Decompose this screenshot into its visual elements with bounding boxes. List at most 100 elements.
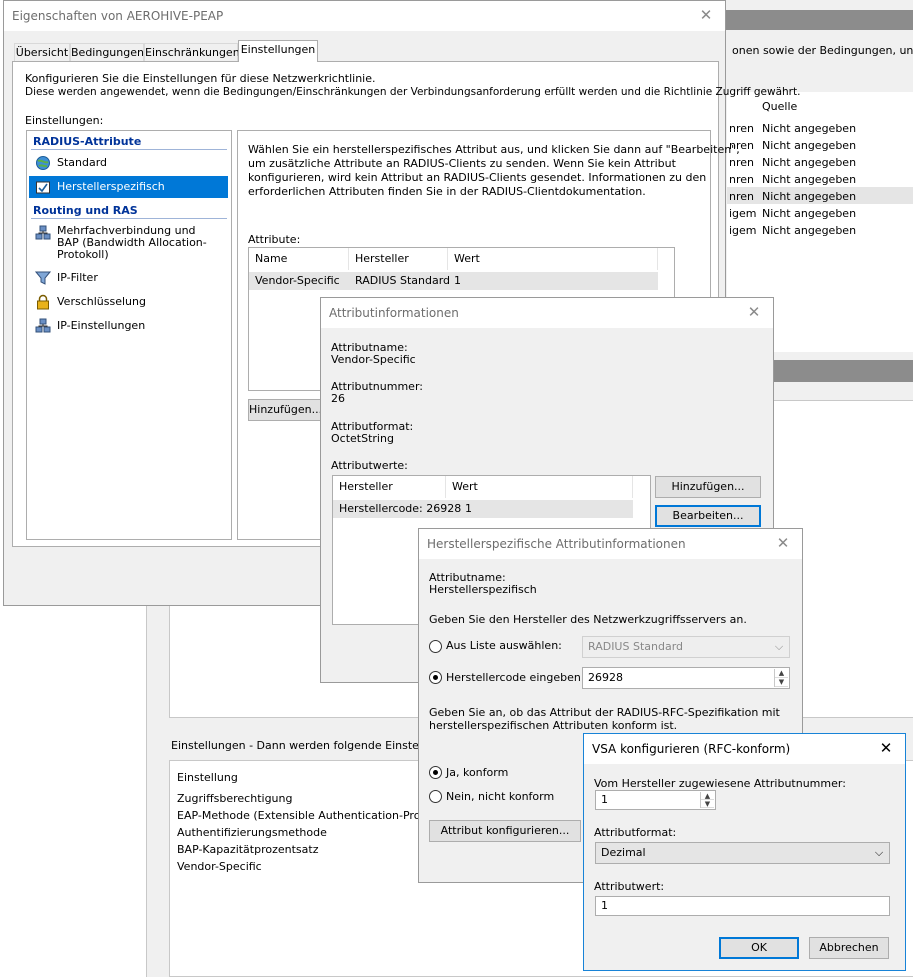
close-icon[interactable]: ✕ — [770, 532, 796, 554]
nav-item-vendor-label: Herstellerspezifisch — [57, 180, 165, 193]
values-cell-vendor: Herstellercode: 26928 — [339, 502, 462, 515]
quelle-value-1: Nicht angegeben — [762, 139, 857, 152]
radio-conform-yes-label[interactable]: Ja, konform — [446, 766, 508, 779]
table-row[interactable]: Vendor-Specific RADIUS Standard 1 — [249, 272, 658, 290]
vendor-list-value: RADIUS Standard — [588, 640, 684, 653]
settings-item-1: EAP-Methode (Extensible Authentication-P… — [177, 809, 455, 822]
radio-conform-yes[interactable] — [429, 766, 442, 779]
bg-fragment-5: igem — [729, 207, 757, 220]
ok-button[interactable]: OK — [719, 937, 799, 959]
settings-item-4: Vendor-Specific — [177, 860, 262, 873]
settings-label: Einstellungen: — [25, 114, 104, 127]
vendor-attr-name-value: Herstellerspezifisch — [429, 583, 537, 596]
attributes-col-value[interactable]: Wert — [448, 248, 658, 270]
vendor-description-1: Wählen Sie ein herstellerspezifisches At… — [248, 143, 740, 156]
tab-constraints[interactable]: Einschränkungen — [144, 43, 240, 61]
edit-value-button[interactable]: Bearbeiten... — [655, 505, 761, 527]
nav-group-routing-underline — [31, 218, 227, 219]
filter-icon — [35, 271, 51, 285]
values-col-vendor[interactable]: Hersteller — [333, 476, 446, 498]
vsa-title: VSA konfigurieren (RFC-konform) — [592, 742, 791, 756]
network-icon — [35, 318, 51, 333]
nav-item-ip-settings-label: IP-Einstellungen — [57, 319, 146, 332]
stepper-down-icon[interactable]: ▼ — [701, 800, 714, 808]
chevron-down-icon: ⌵ — [874, 846, 884, 859]
attribute-number-value: 26 — [331, 392, 345, 405]
background-description: onen sowie der Bedingungen, unter den — [732, 44, 913, 57]
nav-item-ip-filter[interactable]: IP-Filter — [29, 267, 98, 289]
tab-settings[interactable]: Einstellungen — [238, 40, 318, 62]
properties-titlebar: Eigenschaften von AEROHIVE-PEAP ✕ — [4, 1, 725, 31]
attributes-cell-value: 1 — [454, 274, 461, 287]
configure-attribute-button[interactable]: Attribut konfigurieren... — [429, 820, 581, 842]
stepper-down-icon[interactable]: ▼ — [775, 678, 788, 687]
vendor-code-value: 26928 — [588, 671, 623, 684]
close-icon[interactable]: ✕ — [693, 4, 719, 26]
vendor-specific-title: Herstellerspezifische Attributinformatio… — [427, 537, 686, 551]
quelle-value-4: Nicht angegeben — [762, 190, 857, 203]
nav-item-standard[interactable]: Standard — [29, 152, 107, 174]
stepper-up-icon[interactable]: ▲ — [775, 669, 788, 678]
vendor-description-2: um zusätzliche Attribute an RADIUS-Clien… — [248, 157, 676, 170]
quelle-value-2: Nicht angegeben — [762, 156, 857, 169]
nav-item-standard-label: Standard — [57, 156, 108, 169]
attributes-col-name[interactable]: Name — [249, 248, 349, 270]
vendor-code-input[interactable]: 26928 ▲ ▼ — [582, 667, 790, 689]
attributes-label: Attribute: — [248, 233, 301, 246]
vsa-value-input[interactable]: 1 — [595, 896, 890, 916]
globe-icon — [36, 156, 50, 170]
attributes-col-vendor[interactable]: Hersteller — [349, 248, 448, 270]
nav-group-routing: Routing und RAS — [33, 204, 138, 217]
radio-from-list-label[interactable]: Aus Liste auswählen: — [446, 639, 562, 652]
vsa-format-dropdown[interactable]: Dezimal ⌵ — [595, 842, 890, 864]
nav-group-radius: RADIUS-Attribute — [33, 135, 142, 148]
close-icon[interactable]: ✕ — [741, 301, 767, 323]
radio-conform-no-label[interactable]: Nein, nicht konform — [446, 790, 554, 803]
vsa-number-stepper[interactable]: ▲ ▼ — [700, 792, 714, 808]
radio-vendor-code-label[interactable]: Herstellercode eingeben: — [446, 671, 585, 684]
cancel-button[interactable]: Abbrechen — [809, 937, 889, 959]
nav-group-radius-underline — [31, 149, 227, 150]
vsa-number-label: Vom Hersteller zugewiesene Attributnumme… — [594, 777, 846, 790]
close-icon[interactable]: ✕ — [873, 737, 899, 759]
settings-item-3: BAP-Kapazitätprozentsatz — [177, 843, 319, 856]
nav-item-ip-settings[interactable]: IP-Einstellungen — [29, 315, 145, 337]
settings-section-header: Einstellungen - Dann werden folgende Ein… — [171, 739, 460, 752]
intro-line-1: Konfigurieren Sie die Einstellungen für … — [25, 72, 376, 85]
vsa-config-dialog: VSA konfigurieren (RFC-konform) ✕ Vom He… — [583, 733, 906, 971]
bg-fragment-4: nren — [729, 190, 754, 203]
nav-item-encryption[interactable]: Verschlüsselung — [29, 291, 146, 313]
vsa-number-input[interactable]: 1 ▲ ▼ — [595, 790, 716, 810]
vsa-value-value: 1 — [601, 899, 608, 912]
nav-item-multilink[interactable]: Mehrfachverbindung und BAP (Bandwidth Al… — [29, 222, 207, 262]
radio-conform-no[interactable] — [429, 790, 442, 803]
stepper-up-icon[interactable]: ▲ — [701, 792, 714, 800]
chevron-down-icon: ⌵ — [774, 640, 784, 653]
settings-item-2: Authentifizierungsmethode — [177, 826, 327, 839]
settings-nav: RADIUS-Attribute Standard Herstellerspez… — [26, 130, 232, 540]
add-attribute-button[interactable]: Hinzufügen... — [248, 399, 322, 421]
document-check-icon — [36, 181, 50, 194]
vendor-code-stepper[interactable]: ▲ ▼ — [774, 669, 788, 687]
nav-item-multilink-line3: Protokoll) — [57, 248, 109, 261]
settings-list-header: Einstellung — [177, 771, 238, 784]
properties-title: Eigenschaften von AEROHIVE-PEAP — [12, 9, 224, 23]
vsa-value-label: Attributwert: — [594, 880, 665, 893]
vendor-list-dropdown[interactable]: RADIUS Standard ⌵ — [582, 636, 790, 658]
add-value-button[interactable]: Hinzufügen... — [655, 476, 761, 498]
attribute-values-label: Attributwerte: — [331, 459, 408, 472]
vsa-number-value: 1 — [601, 793, 608, 806]
nav-item-vendor-specific[interactable]: Herstellerspezifisch — [29, 176, 228, 198]
network-icon — [35, 225, 51, 240]
values-col-value[interactable]: Wert — [446, 476, 633, 498]
vendor-description-3: konfigurieren, wird kein Attribut an RAD… — [248, 171, 707, 184]
table-row[interactable]: Herstellercode: 26928 1 — [333, 500, 633, 518]
rfc-prompt-1: Geben Sie an, ob das Attribut der RADIUS… — [429, 706, 780, 719]
intro-line-2: Diese werden angewendet, wenn die Beding… — [25, 86, 801, 98]
radio-from-list[interactable] — [429, 640, 442, 653]
vsa-format-value: Dezimal — [601, 846, 646, 859]
tab-overview[interactable]: Übersicht — [14, 43, 70, 61]
radio-vendor-code[interactable] — [429, 671, 442, 684]
attribute-info-title: Attributinformationen — [329, 306, 459, 320]
tab-conditions[interactable]: Bedingungen — [70, 43, 144, 61]
